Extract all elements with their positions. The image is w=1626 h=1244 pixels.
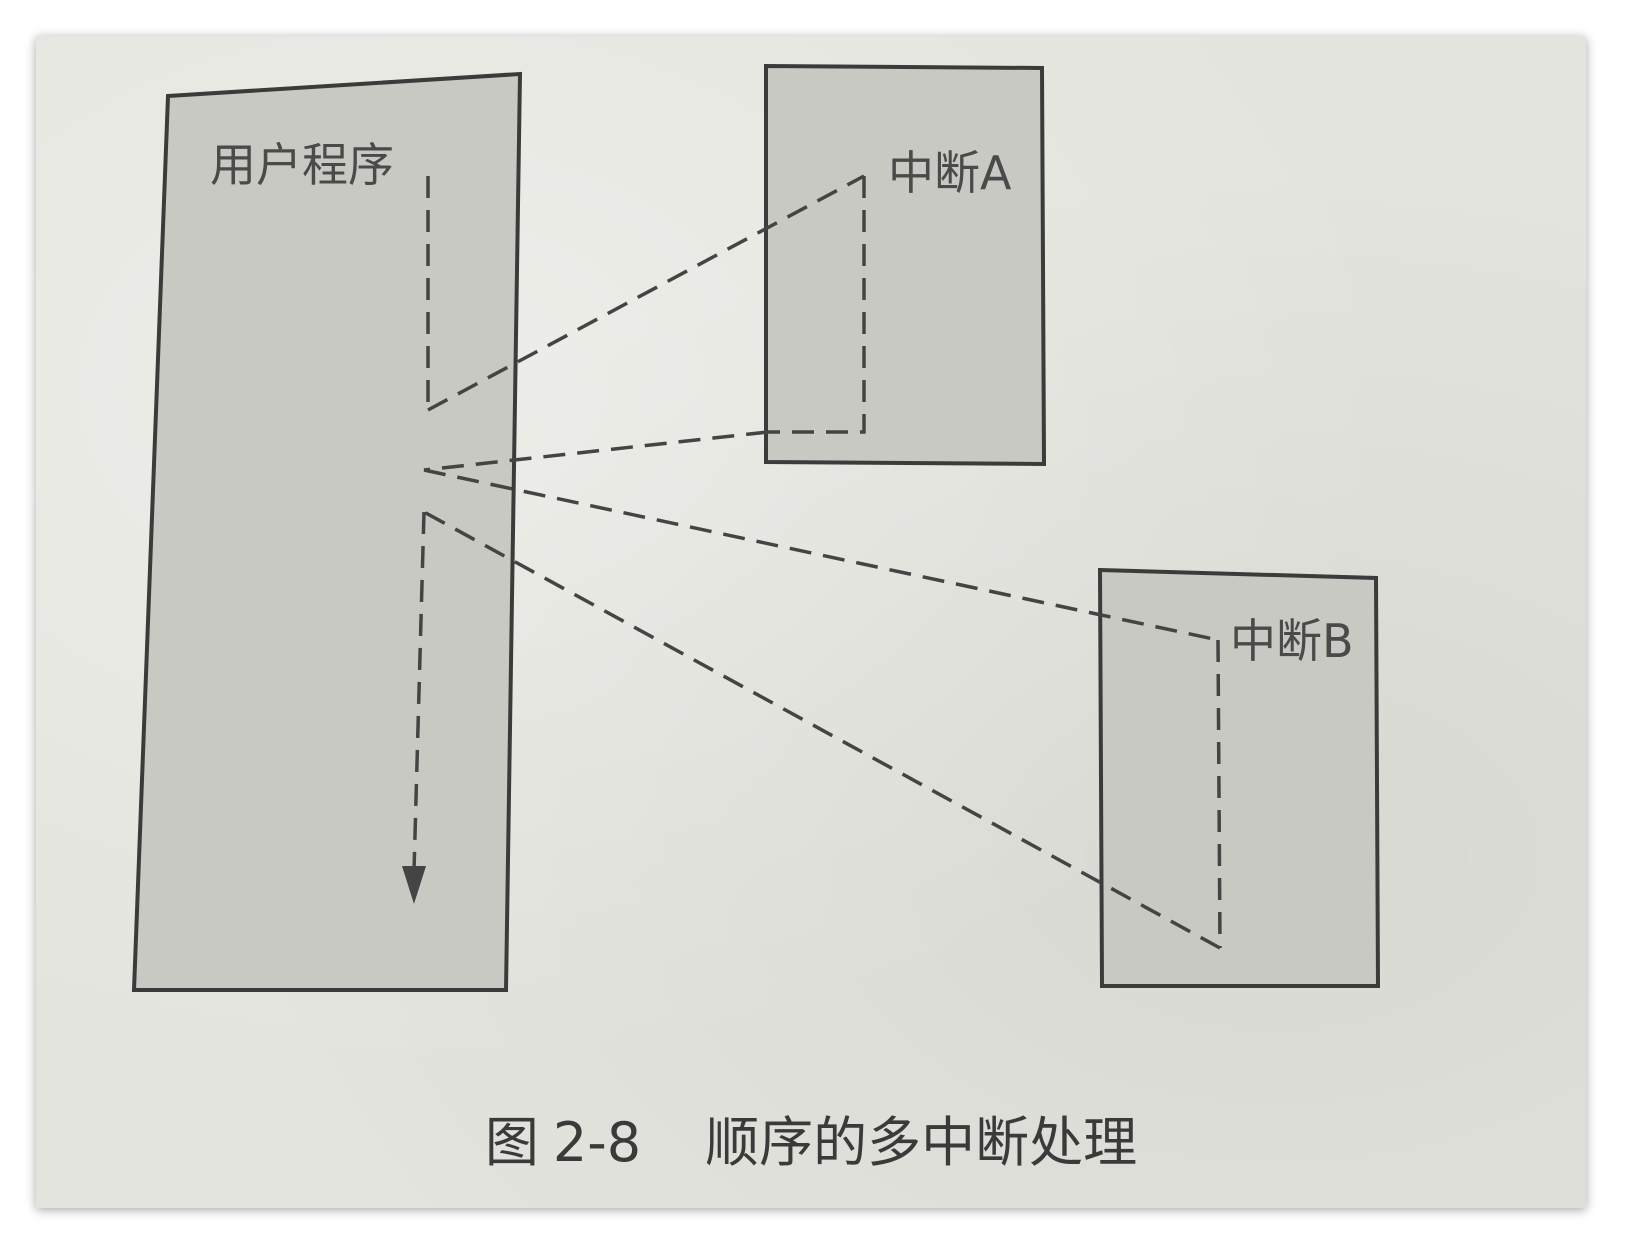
interrupt-a-box [764,63,1047,467]
user-program-label: 用户程序 [210,138,394,192]
caption-text: 顺序的多中断处理 [705,1111,1138,1174]
caption-number: 2-8 [552,1111,642,1174]
jump-to-interrupt-b [423,468,1219,642]
interrupt-a-label: 中断A [888,146,1012,200]
diagram-photo: 用户程序 中断A 中断B 图 2-8 顺序的多中断处理 [36,36,1586,1208]
figure-caption: 图 2-8 顺序的多中断处理 [36,1116,1586,1170]
caption-figure: 图 [484,1111,539,1174]
interrupt-b-label: 中断B [1230,614,1354,668]
